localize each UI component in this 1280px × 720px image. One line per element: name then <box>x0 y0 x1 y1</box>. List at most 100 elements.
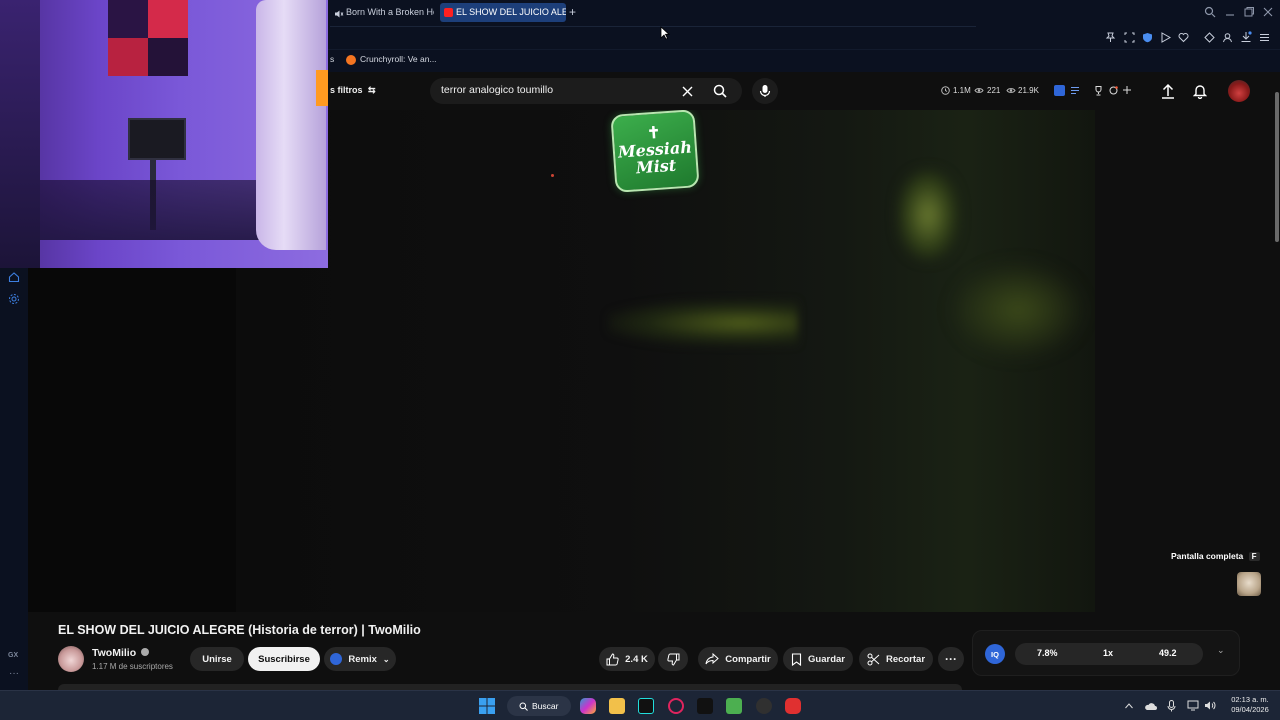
tab-born-with-broken-heart[interactable]: Born With a Broken He <box>330 3 434 22</box>
tab-el-show-del-juicio[interactable]: EL SHOW DEL JUICIO ALE <box>440 3 566 22</box>
search-icon[interactable] <box>713 84 727 98</box>
network-icon[interactable] <box>1187 700 1199 711</box>
search-box <box>430 78 742 104</box>
distant-lights <box>608 300 798 346</box>
settings-gear-icon[interactable] <box>8 293 20 305</box>
download-icon[interactable] <box>1240 31 1252 43</box>
join-label: Unirse <box>202 653 232 665</box>
iq-extension-panel: IQ 7.8% 1x 49.2 ⌄ <box>972 630 1240 676</box>
scrollbar-thumb[interactable] <box>1275 92 1279 242</box>
muted-speaker-icon <box>334 7 344 18</box>
shield-icon[interactable] <box>1142 32 1153 43</box>
user-avatar[interactable] <box>1228 80 1250 102</box>
search-filters-button[interactable]: s filtros ⇆ <box>330 85 376 96</box>
fullscreen-tooltip: Pantalla completa F <box>1171 551 1260 561</box>
iq-speed[interactable]: 1x <box>1103 648 1113 658</box>
search-tabs-icon[interactable] <box>1204 6 1216 18</box>
logo-line-2: Mist <box>635 155 677 178</box>
capcut-icon[interactable] <box>697 698 713 714</box>
scrollbar-track[interactable] <box>1274 72 1280 692</box>
rocket-icon[interactable] <box>1108 85 1119 96</box>
more-horizontal-icon: ··· <box>945 652 957 666</box>
save-button[interactable]: Guardar <box>783 647 853 671</box>
copilot-icon[interactable] <box>580 698 596 714</box>
clip-button[interactable]: Recortar <box>859 647 933 671</box>
gx-label[interactable]: GX <box>8 652 18 659</box>
join-button[interactable]: Unirse <box>190 647 244 671</box>
home-icon[interactable] <box>8 271 20 283</box>
tray-chevron-up-icon[interactable] <box>1124 701 1134 711</box>
like-button[interactable]: 2.4 K <box>599 647 655 671</box>
person-figure <box>256 0 326 250</box>
snapshot-icon[interactable] <box>1124 32 1135 43</box>
microphone-tray-icon[interactable] <box>1167 700 1176 712</box>
channel-avatar[interactable] <box>58 646 84 672</box>
tiktok-icon[interactable] <box>638 698 654 714</box>
list-icon[interactable] <box>1070 86 1080 95</box>
pin-icon[interactable] <box>1105 32 1116 43</box>
iq-percent[interactable]: 7.8% <box>1037 648 1058 658</box>
minecraft-icon[interactable] <box>726 698 742 714</box>
remix-button[interactable]: Remix ⌄ <box>324 647 396 671</box>
bookmark-crunchyroll[interactable]: Crunchyroll: Ve an... <box>360 54 437 64</box>
chevron-down-icon: ⌄ <box>382 654 390 664</box>
account-icon[interactable] <box>1222 32 1233 43</box>
stat-views: 1.1M <box>953 86 971 95</box>
microphone-icon <box>759 85 771 97</box>
extensions-icon[interactable] <box>1204 32 1215 43</box>
clock-date: 09/04/2026 <box>1231 705 1269 714</box>
voice-search-button[interactable] <box>752 78 778 104</box>
channel-name[interactable]: TwoMilio <box>92 647 150 659</box>
minimize-icon[interactable] <box>1224 6 1236 18</box>
trophy-icon[interactable] <box>1093 85 1104 96</box>
iq-score[interactable]: 49.2 <box>1159 648 1177 658</box>
restore-icon[interactable] <box>1243 6 1255 18</box>
obs-icon[interactable] <box>756 698 772 714</box>
iq-badge[interactable]: IQ <box>985 644 1005 664</box>
youtube-favicon-icon <box>444 8 453 17</box>
bookmark-item[interactable]: s <box>330 54 334 64</box>
webcam-dark-left <box>0 0 40 268</box>
clear-search-icon[interactable] <box>682 86 693 97</box>
verified-icon <box>141 648 150 656</box>
subscribe-label: Suscribirse <box>258 653 310 665</box>
more-actions-button[interactable]: ··· <box>938 647 964 671</box>
like-count: 2.4 K <box>625 653 648 665</box>
heart-icon[interactable] <box>1178 32 1189 43</box>
close-window-icon[interactable] <box>1262 6 1274 18</box>
windows-start-icon[interactable] <box>479 698 495 714</box>
menu-icon[interactable] <box>1259 32 1270 43</box>
clip-label: Recortar <box>885 653 926 665</box>
cat-mascot-icon[interactable] <box>1237 572 1261 596</box>
iq-stats-pill: 7.8% 1x 49.2 <box>1015 643 1203 665</box>
notifications-bell-icon[interactable] <box>1193 83 1207 99</box>
opera-gx-icon[interactable] <box>668 698 684 714</box>
more-dots-icon[interactable]: ··· <box>9 668 19 679</box>
volume-icon[interactable] <box>1204 700 1216 711</box>
search-input[interactable] <box>441 84 671 96</box>
green-glow-right <box>948 260 1088 360</box>
taskbar-search[interactable]: Buscar <box>507 696 571 716</box>
scissors-icon <box>867 653 880 665</box>
red-app-icon[interactable] <box>785 698 801 714</box>
share-button[interactable]: Compartir <box>698 647 778 671</box>
remix-label: Remix <box>348 653 377 665</box>
dislike-button[interactable] <box>658 647 688 671</box>
file-explorer-icon[interactable] <box>609 698 625 714</box>
subscriber-count: 1.17 M de suscriptores <box>92 662 173 671</box>
screen: Born With a Broken He EL SHOW DEL JUICIO… <box>0 0 1280 720</box>
stat-watch: 21.9K <box>1018 86 1039 95</box>
upload-icon[interactable] <box>1161 83 1175 99</box>
clock[interactable]: 02:13 a. m. 09/04/2026 <box>1226 695 1274 715</box>
play-icon[interactable] <box>1160 32 1171 43</box>
share-label: Compartir <box>725 653 771 665</box>
iq-expand-chevron-icon[interactable]: ⌄ <box>1217 645 1225 656</box>
iq-badge-text: IQ <box>991 649 999 659</box>
subscribe-button[interactable]: Suscribirse <box>248 647 320 671</box>
onedrive-cloud-icon[interactable] <box>1144 701 1157 711</box>
iq-extension-icon[interactable] <box>1054 85 1065 96</box>
new-tab-button[interactable]: + <box>569 5 576 19</box>
sparkle-icon[interactable] <box>1122 85 1132 95</box>
secondary-column: Pantalla completa F <box>1095 72 1280 692</box>
watch-icon <box>1006 88 1016 93</box>
